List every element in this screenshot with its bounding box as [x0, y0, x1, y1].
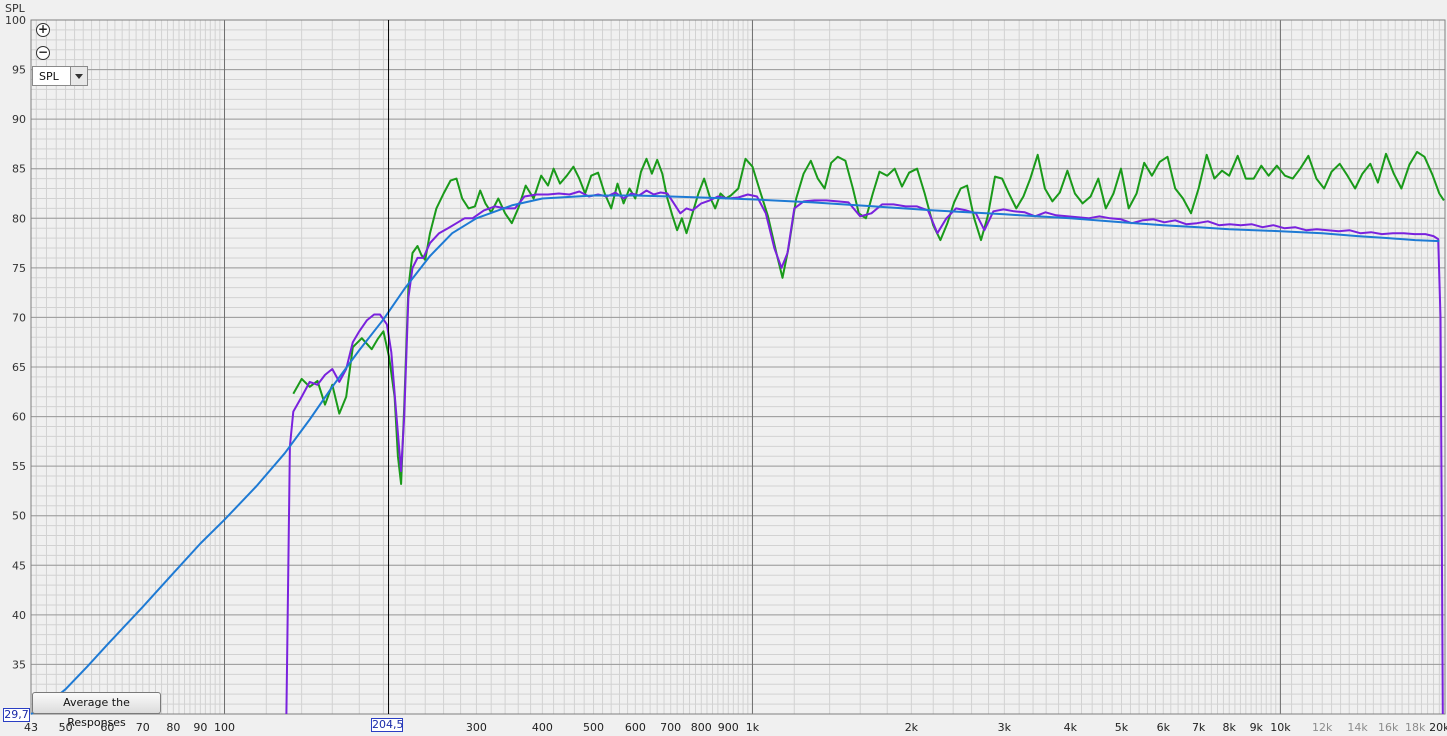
- x-tick-label: 900: [718, 721, 739, 734]
- spl-frequency-chart[interactable]: 35 40 45 50 55 60 65 70 75 80 85 90 95 100 43 50 60 70 80…: [0, 0, 1447, 736]
- x-tick-label: 800: [691, 721, 712, 734]
- y-tick-label: 65: [12, 361, 26, 374]
- x-tick-label: 1k: [746, 721, 760, 734]
- y-tick-label: 70: [12, 311, 26, 324]
- y-tick-labels: 35 40 45 50 55 60 65 70 75 80 85 90 95 100: [5, 14, 26, 671]
- x-tick-label: 300: [466, 721, 487, 734]
- y-tick-label: 60: [12, 411, 26, 424]
- x-tick-label: 8k: [1223, 721, 1237, 734]
- y-tick-label: 85: [12, 163, 26, 176]
- y-tick-label: 35: [12, 658, 26, 671]
- y-tick-label: 80: [12, 212, 26, 225]
- x-tick-label: 43: [24, 721, 38, 734]
- x-tick-label: 7k: [1192, 721, 1206, 734]
- x-tick-label: 500: [583, 721, 604, 734]
- x-tick-label: 2k: [905, 721, 919, 734]
- x-tick-label: 6k: [1157, 721, 1171, 734]
- x-tick-label: 4k: [1064, 721, 1078, 734]
- x-tick-label: 16k: [1378, 721, 1399, 734]
- x-tick-label: 5k: [1115, 721, 1129, 734]
- y-tick-label: 75: [12, 262, 26, 275]
- x-tick-label: 70: [136, 721, 150, 734]
- x-tick-label: 14k: [1347, 721, 1368, 734]
- x-tick-label: 400: [532, 721, 553, 734]
- zoom-in-icon[interactable]: +: [36, 23, 50, 37]
- x-tick-label: 80: [166, 721, 180, 734]
- x-tick-label: 20k: [1429, 721, 1447, 734]
- y-tick-label: 55: [12, 460, 26, 473]
- y-tick-label: 50: [12, 510, 26, 523]
- cursor-x-readout: 204,5: [371, 718, 404, 732]
- cursor-y-readout: 29,7: [3, 708, 30, 722]
- x-tick-label: 700: [660, 721, 681, 734]
- y-tick-label: 90: [12, 113, 26, 126]
- x-tick-label: 90: [193, 721, 207, 734]
- y-tick-label: 95: [12, 64, 26, 77]
- x-tick-label: 10k: [1270, 721, 1291, 734]
- x-tick-label: 100: [214, 721, 235, 734]
- y-tick-label: 40: [12, 609, 26, 622]
- x-tick-label: 12k: [1312, 721, 1333, 734]
- graph-type-value: SPL: [39, 70, 59, 83]
- y-tick-label: 100: [5, 14, 26, 27]
- x-tick-label: 600: [625, 721, 646, 734]
- average-responses-button[interactable]: Average the Responses: [32, 692, 161, 729]
- x-tick-labels: 4350607080901003004005006007008009001k2k…: [24, 721, 1447, 734]
- y-tick-label: 45: [12, 559, 26, 572]
- chevron-down-icon[interactable]: [70, 67, 87, 85]
- x-tick-label: 18k: [1405, 721, 1426, 734]
- x-tick-label: 9k: [1250, 721, 1264, 734]
- x-tick-label: 3k: [998, 721, 1012, 734]
- y-axis-label: SPL: [5, 2, 26, 15]
- graph-type-select[interactable]: SPL: [32, 66, 88, 86]
- zoom-out-icon[interactable]: −: [36, 46, 50, 60]
